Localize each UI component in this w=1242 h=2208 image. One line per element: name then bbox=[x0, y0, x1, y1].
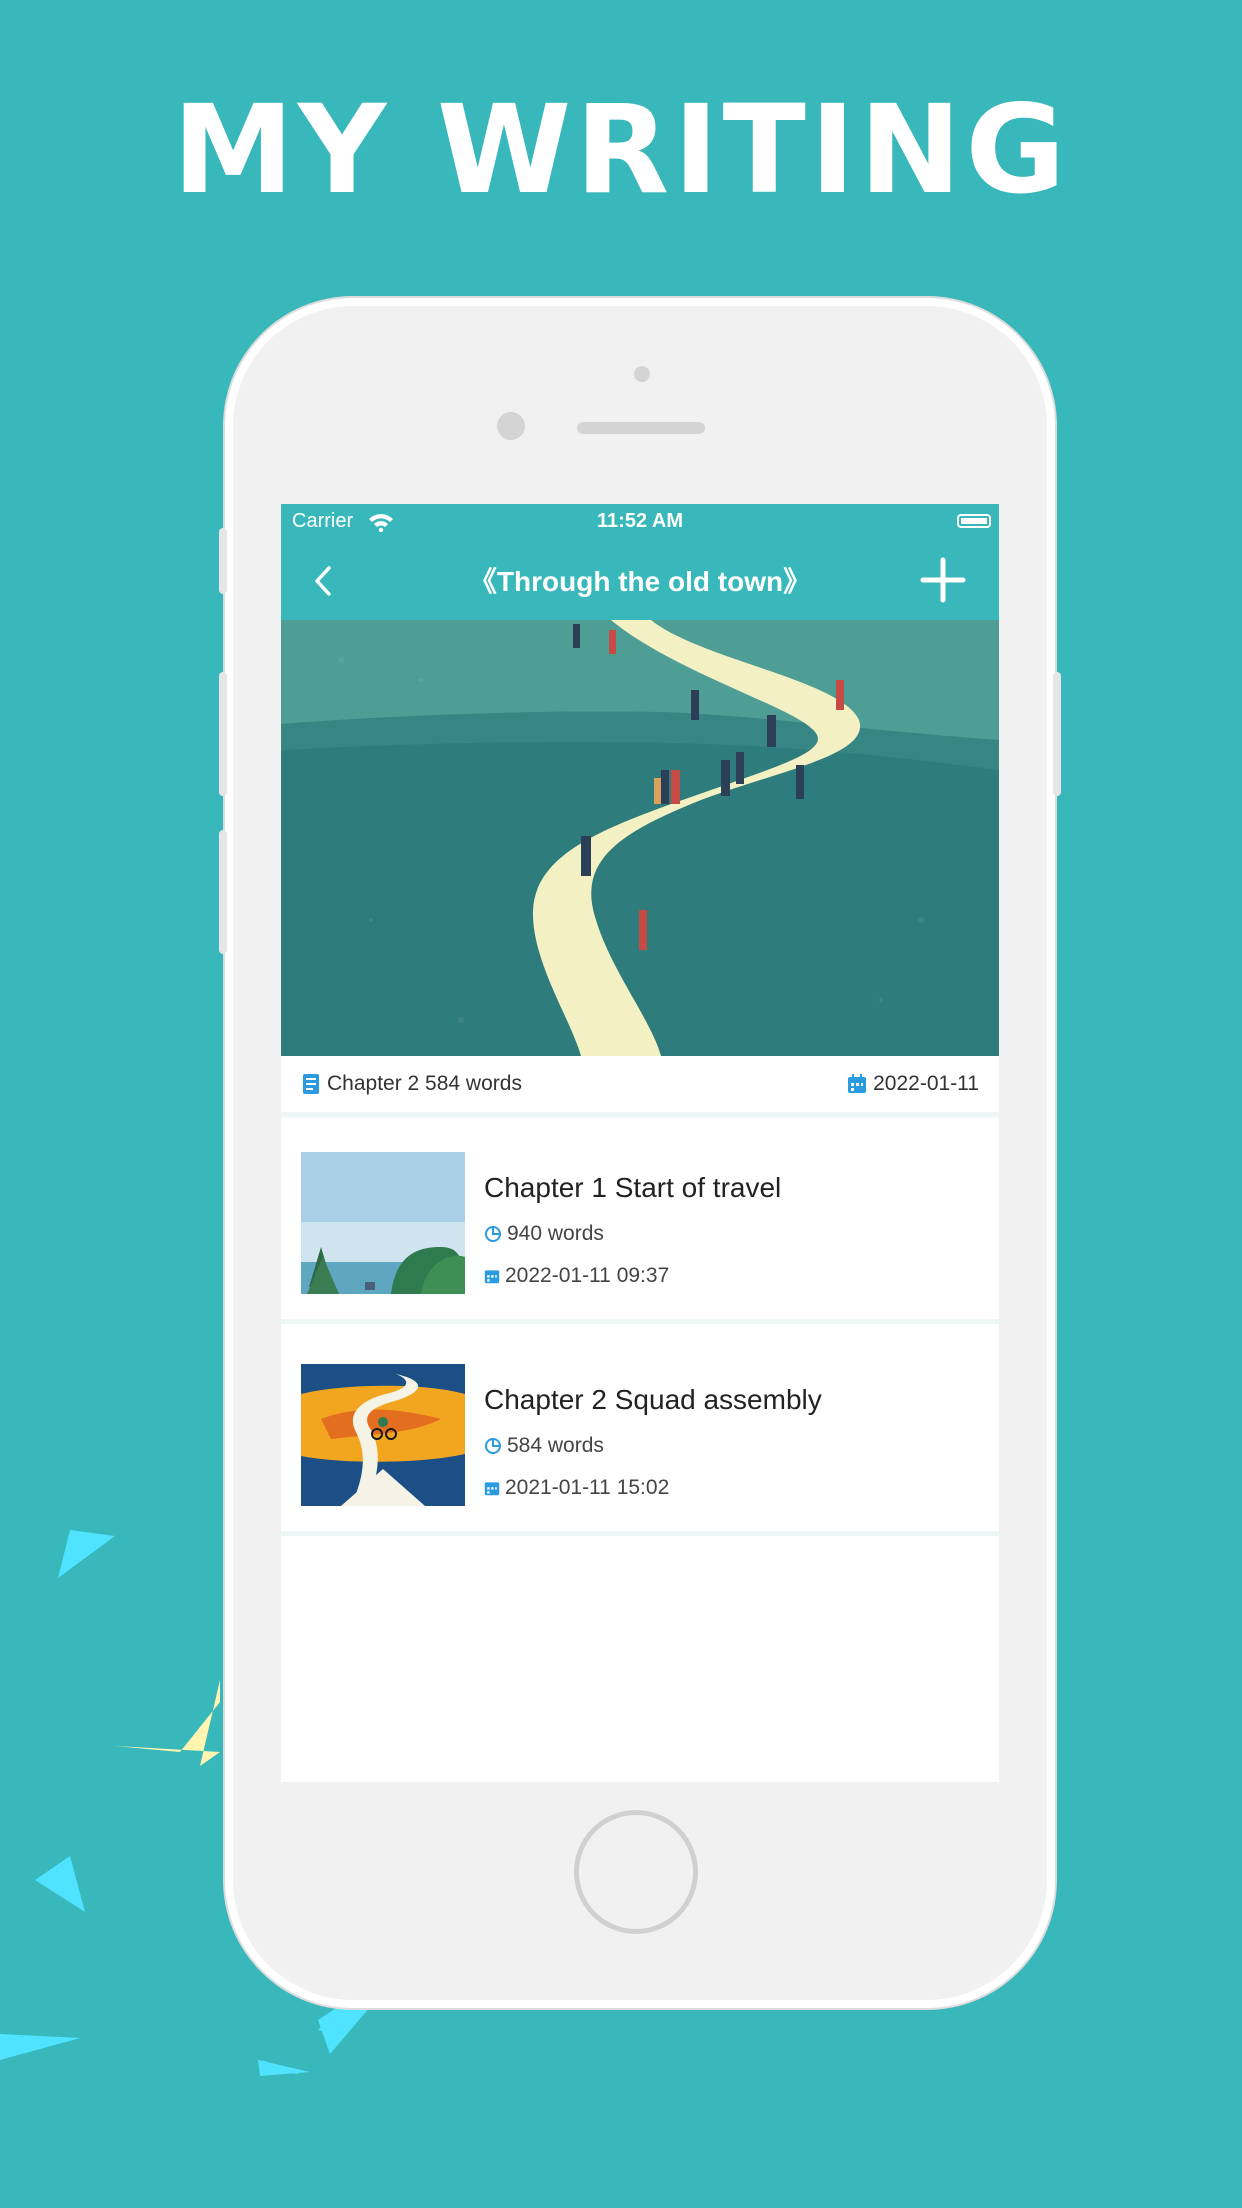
document-icon bbox=[303, 1074, 319, 1094]
nav-bar: 《Through the old town》 bbox=[281, 540, 999, 620]
clock-icon bbox=[485, 1226, 501, 1242]
chapter-1-thumbnail bbox=[301, 1152, 465, 1294]
phone-frame: Carrier 11:52 AM 《Through the old town》 bbox=[219, 306, 1061, 2000]
nav-title: 《Through the old town》 bbox=[468, 566, 812, 597]
chapter-2-words: 584 words bbox=[507, 1434, 604, 1457]
calendar-icon bbox=[484, 1270, 500, 1284]
volume-down-button bbox=[219, 830, 227, 954]
add-chapter-icon[interactable] bbox=[917, 554, 969, 606]
earpiece-speaker bbox=[577, 422, 705, 434]
home-button[interactable] bbox=[574, 1810, 698, 1934]
chapter-card-1[interactable]: Chapter 1 Start of travel 940 words 2022… bbox=[281, 1118, 999, 1324]
mute-switch bbox=[219, 528, 227, 594]
status-bar: Carrier 11:52 AM bbox=[281, 504, 999, 540]
chapter-card-2[interactable]: Chapter 2 Squad assembly 584 words 2021-… bbox=[281, 1330, 999, 1536]
front-camera bbox=[497, 412, 525, 440]
book-info-date: 2022-01-11 bbox=[847, 1072, 979, 1096]
clock-icon bbox=[485, 1438, 501, 1454]
volume-up-button bbox=[219, 672, 227, 796]
status-time: 11:52 AM bbox=[597, 510, 683, 532]
chapter-2-thumbnail bbox=[301, 1364, 465, 1506]
chapter-1-words-row: 940 words bbox=[484, 1222, 604, 1246]
book-info-row: Chapter 2 584 words 2022-01-11 bbox=[281, 1056, 999, 1112]
chapter-2-title: Chapter 2 Squad assembly bbox=[484, 1384, 822, 1415]
calendar-icon bbox=[848, 1074, 867, 1093]
chapter-2-datetime: 2021-01-11 15:02 bbox=[505, 1476, 670, 1499]
app-screen: Carrier 11:52 AM 《Through the old town》 bbox=[281, 504, 999, 1782]
calendar-icon bbox=[484, 1482, 500, 1496]
power-button bbox=[1053, 672, 1061, 796]
book-cover-image bbox=[281, 620, 999, 1056]
page-headline: MY WRITING bbox=[172, 79, 1070, 221]
proximity-sensor bbox=[634, 366, 650, 382]
chapter-2-words-row: 584 words bbox=[484, 1434, 604, 1458]
chapter-word-count: Chapter 2 584 words bbox=[327, 1072, 522, 1095]
book-info-words: Chapter 2 584 words bbox=[301, 1072, 522, 1096]
chapter-2-date-row: 2021-01-11 15:02 bbox=[484, 1476, 669, 1500]
chapter-1-title: Chapter 1 Start of travel bbox=[484, 1172, 782, 1203]
chapter-1-date-row: 2022-01-11 09:37 bbox=[484, 1264, 669, 1288]
book-date: 2022-01-11 bbox=[873, 1072, 979, 1095]
chapter-1-datetime: 2022-01-11 09:37 bbox=[505, 1264, 670, 1287]
chapter-1-words: 940 words bbox=[507, 1222, 604, 1245]
battery-icon bbox=[957, 514, 991, 528]
